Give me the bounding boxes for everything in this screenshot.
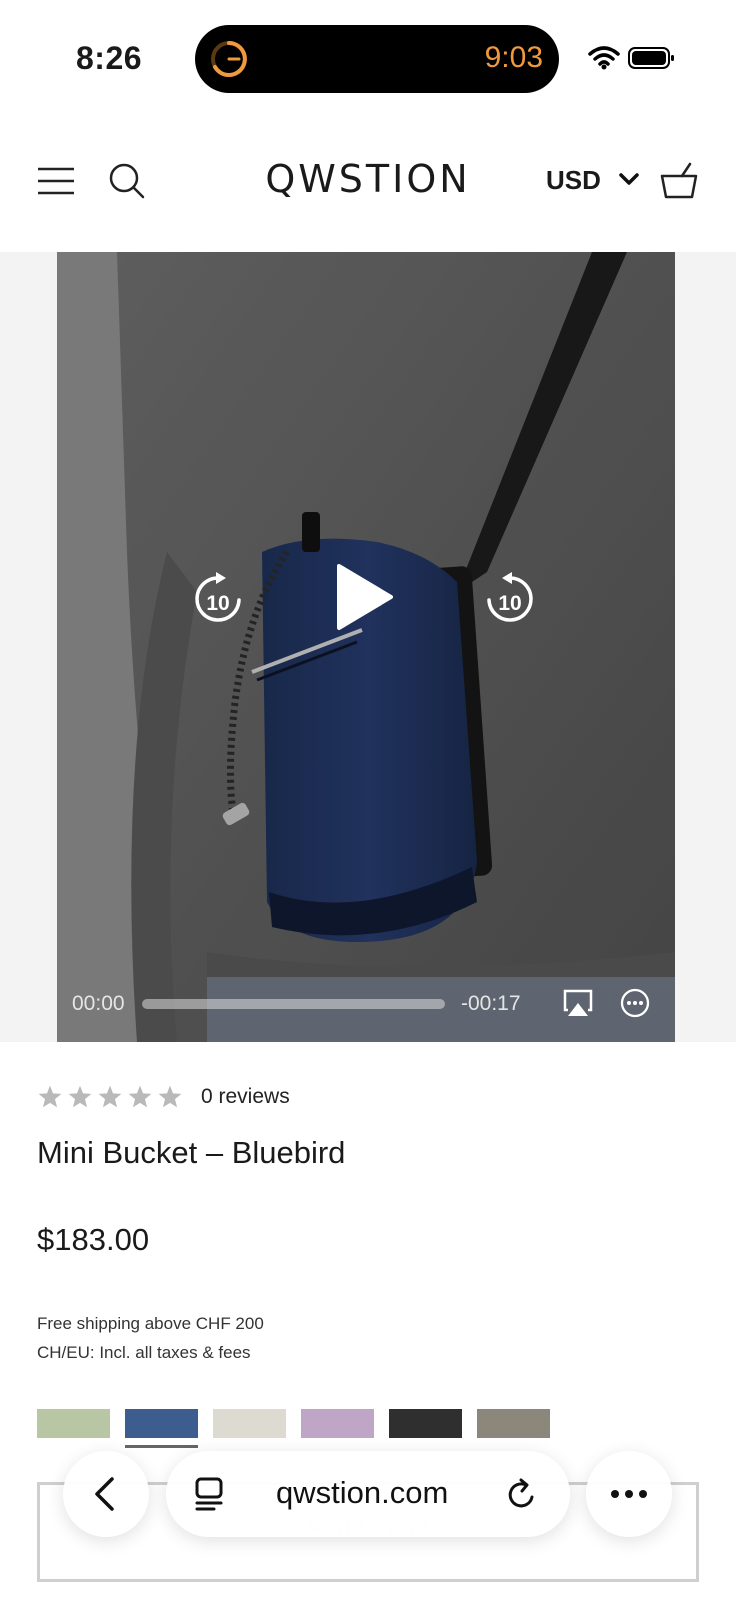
product-title: Mini Bucket – Bluebird <box>37 1135 346 1170</box>
time-remaining: -00:17 <box>461 992 521 1015</box>
airplay-icon[interactable] <box>562 988 594 1018</box>
timer-icon <box>211 41 247 77</box>
video-progress-bar[interactable] <box>142 999 445 1009</box>
video-overlay <box>57 252 675 1042</box>
reviews-link[interactable]: 0 reviews <box>201 1085 290 1109</box>
browser-more-button[interactable] <box>586 1451 672 1537</box>
play-icon[interactable] <box>333 562 395 632</box>
star-icon <box>128 1085 152 1108</box>
browser-back-button[interactable] <box>63 1451 149 1537</box>
color-swatch[interactable] <box>213 1409 286 1438</box>
star-icon <box>158 1085 182 1108</box>
url-text[interactable]: qwstion.com <box>276 1475 448 1511</box>
island-timer-text: 9:03 <box>484 41 543 74</box>
skip-forward-seconds: 10 <box>498 592 521 615</box>
more-options-icon[interactable] <box>620 988 650 1018</box>
time-elapsed: 00:00 <box>72 992 125 1015</box>
status-clock: 8:26 <box>76 40 143 76</box>
star-icon <box>68 1085 92 1108</box>
product-price: $183.00 <box>37 1222 150 1257</box>
color-swatch[interactable] <box>477 1409 550 1438</box>
product-video[interactable]: 10 10 00:00 -00:17 <box>57 252 675 1042</box>
site-header: QWSTION USD <box>0 135 736 231</box>
status-bar: 8:26 9:03 <box>0 0 736 120</box>
cart-icon[interactable] <box>658 160 700 200</box>
currency-selector[interactable]: USD <box>546 165 601 196</box>
back-chevron-icon <box>95 1477 114 1511</box>
battery-icon <box>628 47 674 69</box>
star-icon <box>38 1085 62 1108</box>
color-swatches <box>37 1409 550 1448</box>
skip-back-icon[interactable]: 10 <box>194 570 246 626</box>
wifi-icon <box>588 46 620 70</box>
tax-info: CH/EU: Incl. all taxes & fees <box>37 1343 251 1362</box>
reload-icon[interactable] <box>506 1477 538 1511</box>
color-swatch[interactable] <box>125 1409 198 1448</box>
dynamic-island[interactable]: 9:03 <box>195 25 559 93</box>
address-bar[interactable]: qwstion.com <box>166 1451 570 1537</box>
product-rating: 0 reviews <box>37 1082 290 1112</box>
skip-forward-icon[interactable]: 10 <box>482 570 534 626</box>
tabs-icon[interactable] <box>194 1477 224 1511</box>
rating-stars <box>37 1084 183 1110</box>
chevron-down-icon[interactable] <box>618 171 640 187</box>
more-icon <box>611 1490 647 1498</box>
color-swatch[interactable] <box>389 1409 462 1438</box>
shipping-info: Free shipping above CHF 200 <box>37 1314 264 1333</box>
color-swatch[interactable] <box>301 1409 374 1438</box>
star-icon <box>98 1085 122 1108</box>
color-swatch[interactable] <box>37 1409 110 1438</box>
skip-back-seconds: 10 <box>206 592 229 615</box>
